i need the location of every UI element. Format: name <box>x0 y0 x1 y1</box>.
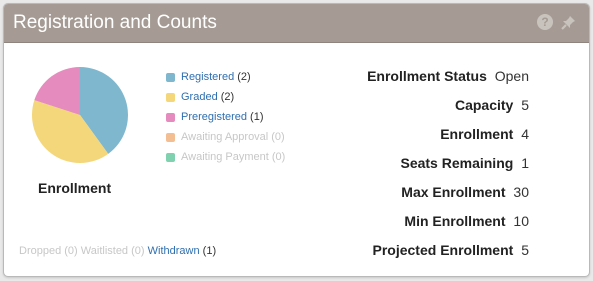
legend-count: (2) <box>220 91 235 103</box>
legend-swatch <box>166 72 175 82</box>
waitlisted-label: Waitlisted <box>80 245 129 257</box>
legend-label: Awaiting Payment <box>181 151 269 163</box>
dropped-count: (0) <box>64 245 78 257</box>
stat-seats-remaining: Seats Remaining 1 <box>367 153 529 182</box>
panel-header: Registration and Counts ? <box>4 4 589 43</box>
pie-legend: Registered (2) Graded (2) Preregistered … <box>166 67 285 167</box>
stat-value: Open <box>494 68 529 84</box>
stat-value: 30 <box>513 184 529 200</box>
legend-swatch <box>166 132 175 142</box>
stat-label: Max Enrollment <box>401 184 506 200</box>
withdrawn-link[interactable]: Withdrawn <box>148 245 200 257</box>
stat-max-enrollment: Max Enrollment 30 <box>367 182 529 211</box>
legend-item-awaiting-payment: Awaiting Payment (0) <box>166 147 285 167</box>
stat-value: 4 <box>521 126 529 142</box>
legend-count: (0) <box>271 151 286 163</box>
stat-value: 5 <box>521 242 529 258</box>
stat-label: Capacity <box>454 97 514 113</box>
legend-item-graded[interactable]: Graded (2) <box>166 87 285 107</box>
legend-label[interactable]: Graded <box>181 91 218 103</box>
stat-label: Projected Enrollment <box>372 242 514 258</box>
stat-value: 5 <box>521 97 529 113</box>
legend-swatch <box>166 112 175 122</box>
panel-title: Registration and Counts <box>13 12 217 33</box>
stat-value: 1 <box>521 155 529 171</box>
legend-count: (2) <box>237 71 251 83</box>
stat-min-enrollment: Min Enrollment 10 <box>367 211 529 240</box>
stat-label: Seats Remaining <box>400 155 514 171</box>
legend-count: (0) <box>271 131 285 143</box>
help-icon[interactable]: ? <box>537 14 553 30</box>
legend-label[interactable]: Preregistered <box>181 111 247 123</box>
legend-swatch <box>166 92 175 102</box>
waitlisted-count: (0) <box>131 245 145 257</box>
legend-label: Awaiting Approval <box>181 131 269 143</box>
legend-count: (1) <box>250 111 264 123</box>
pie-chart-label: Enrollment <box>38 180 112 196</box>
stat-label: Enrollment <box>440 126 514 142</box>
legend-item-awaiting-approval: Awaiting Approval (0) <box>166 127 285 147</box>
legend-label[interactable]: Registered <box>181 71 234 83</box>
enrollment-pie-chart[interactable] <box>30 65 130 165</box>
withdrawn-count: (1) <box>202 245 217 257</box>
stat-label: Enrollment Status <box>367 68 487 84</box>
registration-counts-panel: Registration and Counts ? Enrollment Reg… <box>3 3 590 277</box>
legend-item-preregistered[interactable]: Preregistered (1) <box>166 107 285 127</box>
legend-item-registered[interactable]: Registered (2) <box>166 67 285 87</box>
stat-projected-enrollment: Projected Enrollment 5 <box>367 240 530 269</box>
pin-icon[interactable] <box>561 14 577 30</box>
stat-value: 10 <box>513 213 529 229</box>
other-counts: Dropped (0) Waitlisted (0) Withdrawn (1) <box>19 245 216 257</box>
legend-swatch <box>166 152 175 162</box>
stat-enrollment-status: Enrollment Status Open <box>367 66 529 95</box>
stat-capacity: Capacity 5 <box>367 95 529 124</box>
dropped-label: Dropped <box>19 245 62 257</box>
enrollment-stats: Enrollment Status Open Capacity 5 Enroll… <box>367 66 529 269</box>
stat-label: Min Enrollment <box>404 213 506 229</box>
stat-enrollment: Enrollment 4 <box>367 124 529 153</box>
